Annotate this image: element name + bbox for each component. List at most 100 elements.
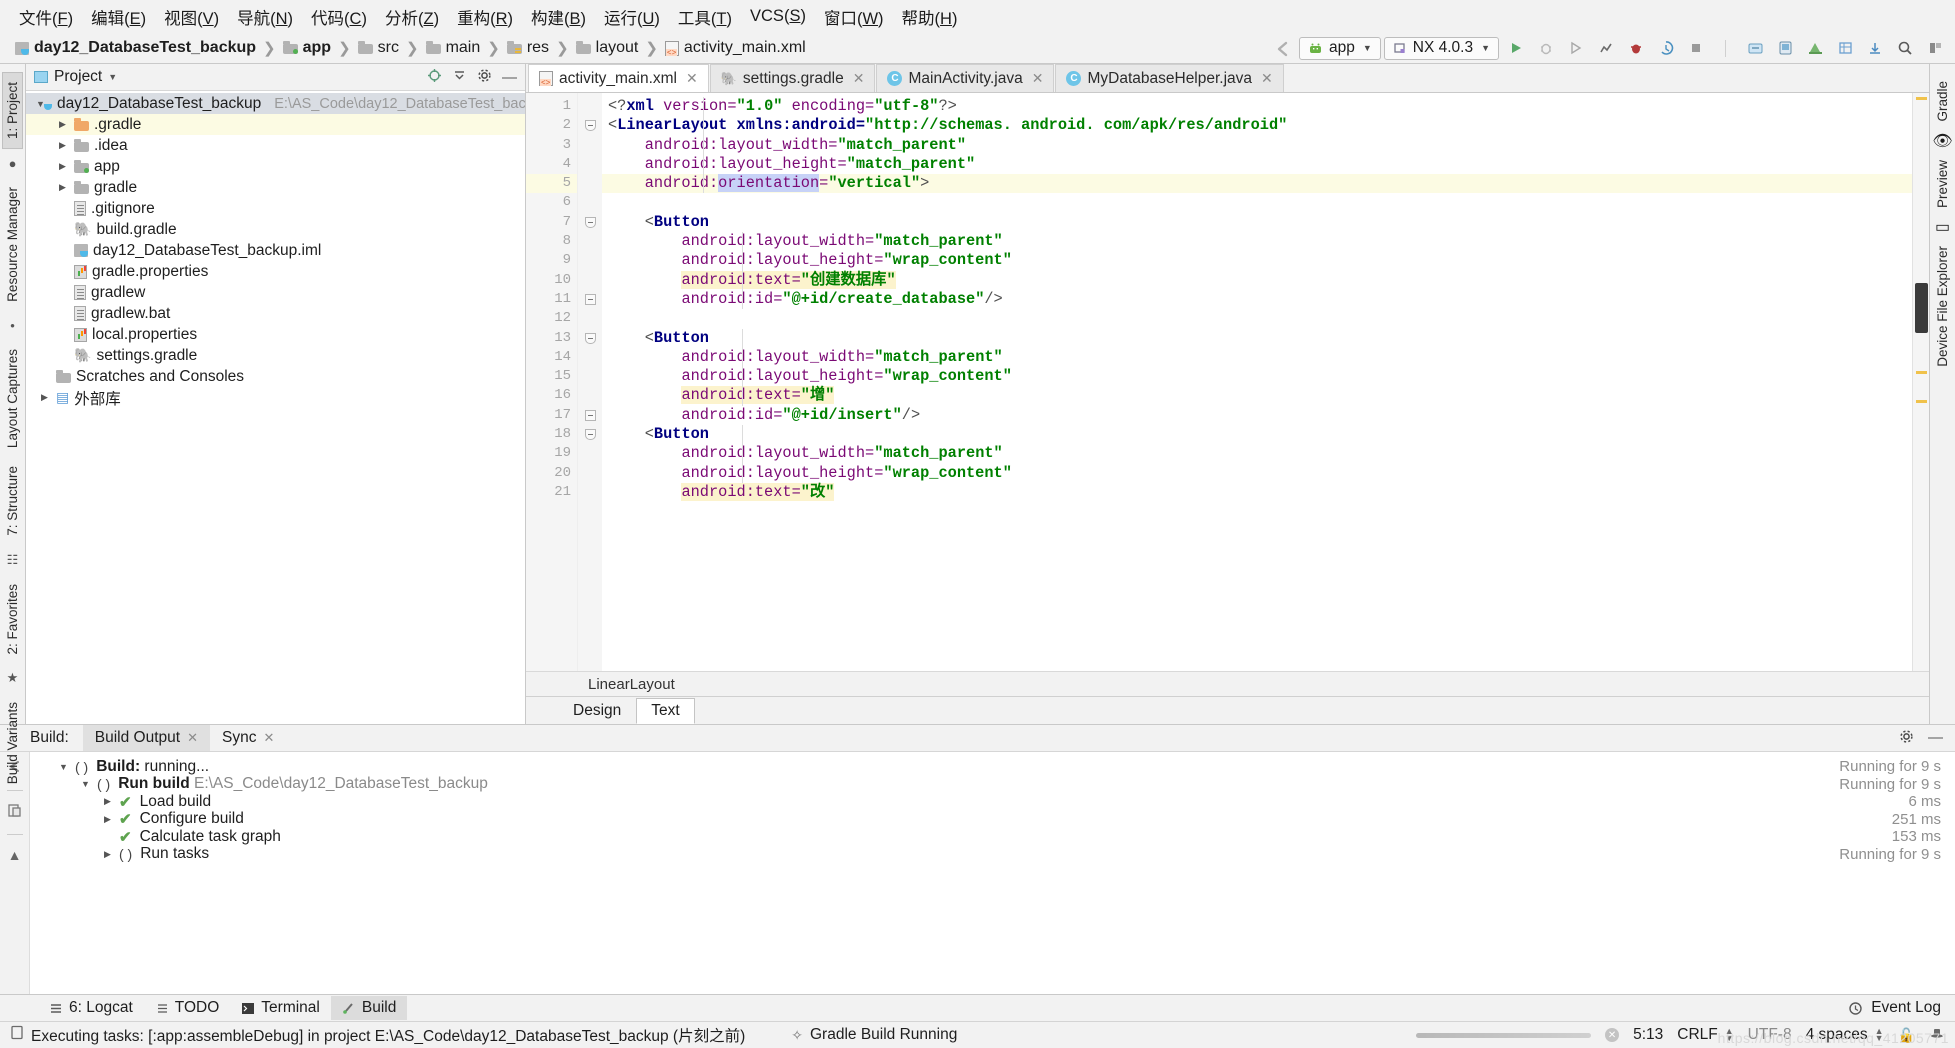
code-editor[interactable]: 1 2 3 4 5 6 7 8 9 10 11 12 13 14 15 16 17 18 19 20 21 <?xml … xyxy=(526,93,1929,671)
build-tab-0[interactable]: Build Output ✕ xyxy=(82,725,210,751)
tree-item-8[interactable]: gradlew xyxy=(26,282,525,303)
fold-marker-row[interactable] xyxy=(578,232,602,251)
build-output-tree[interactable]: ▼( ) Build: running... Running for 9 s ▼( )… xyxy=(30,752,1955,994)
build-row-2[interactable]: ▶ ✔ Load build 6 ms xyxy=(58,793,1955,811)
sidebar-tab-gradle[interactable]: Gradle xyxy=(1933,72,1952,131)
scroll-up-icon[interactable]: ▲ xyxy=(8,847,22,863)
bottom-tab-2[interactable]: Terminal xyxy=(230,996,331,1020)
code-content[interactable]: <?xml version="1.0" encoding="utf-8"?> <L… xyxy=(602,93,1912,671)
build-row-5[interactable]: ▶ ( ) Run tasks Running for 9 s xyxy=(58,845,1955,864)
editor-tab-3[interactable]: C MyDatabaseHelper.java ✕ xyxy=(1055,64,1284,92)
fold-marker-row[interactable] xyxy=(578,271,602,290)
fold-marker-row[interactable] xyxy=(578,406,602,425)
fold-marker-row[interactable] xyxy=(578,97,602,116)
menu-item-5[interactable]: 分析(Z) xyxy=(376,3,448,31)
star-icon[interactable]: ★ xyxy=(7,670,19,686)
breadcrumb-item-3[interactable]: main xyxy=(423,39,484,57)
sidebar-tab-build-variants[interactable]: Build Variants xyxy=(3,693,22,793)
breadcrumb-item-2[interactable]: src xyxy=(355,39,402,57)
fold-marker-row[interactable] xyxy=(578,464,602,483)
tree-item-11[interactable]: 🐘 settings.gradle xyxy=(26,345,525,366)
fold-collapse-icon[interactable] xyxy=(584,429,596,441)
sdk-manager-icon[interactable] xyxy=(1802,35,1829,61)
editor-status-breadcrumb[interactable]: LinearLayout xyxy=(526,671,1929,696)
layout-inspector-icon[interactable] xyxy=(1832,35,1859,61)
run-icon[interactable] xyxy=(1502,35,1529,61)
editor-tab-2[interactable]: C MainActivity.java ✕ xyxy=(876,64,1055,92)
run-with-coverage-icon[interactable] xyxy=(1562,35,1589,61)
build-row-1[interactable]: ▼ ( ) Run build E:\AS_Code\day12_DatabaseT… xyxy=(58,775,1955,794)
breadcrumb-item-1[interactable]: app xyxy=(280,39,334,57)
chevron-right-icon[interactable]: ▶ xyxy=(102,796,113,807)
collapse-all-icon[interactable] xyxy=(452,68,467,87)
fold-collapse-icon[interactable] xyxy=(584,332,596,344)
fold-marker-row[interactable] xyxy=(578,193,602,212)
sidebar-tab-project[interactable]: 1: Project xyxy=(2,72,23,150)
tree-item-5[interactable]: 🐘 build.gradle xyxy=(26,219,525,240)
editor-tab-1[interactable]: 🐘 settings.gradle ✕ xyxy=(709,64,876,92)
tree-item-10[interactable]: local.properties xyxy=(26,324,525,345)
close-icon[interactable]: ✕ xyxy=(853,70,865,87)
fold-marker-row[interactable] xyxy=(578,213,602,232)
tree-item-12[interactable]: Scratches and Consoles xyxy=(26,366,525,387)
build-row-0[interactable]: ▼ ( ) Build: running... Running for 9 s xyxy=(58,758,1955,776)
fold-collapse-icon[interactable] xyxy=(584,216,596,228)
back-arrow-icon[interactable] xyxy=(1269,35,1296,61)
fold-marker-row[interactable] xyxy=(578,483,602,502)
fold-marker-row[interactable] xyxy=(578,444,602,463)
menu-item-12[interactable]: 帮助(H) xyxy=(893,3,967,31)
chevron-right-icon[interactable] xyxy=(56,140,69,151)
chevron-right-icon[interactable]: ▶ xyxy=(102,849,113,860)
menu-item-11[interactable]: 窗口(W) xyxy=(815,3,893,31)
chevron-down-icon[interactable]: ▼ xyxy=(108,72,117,82)
close-icon[interactable]: ✕ xyxy=(686,70,698,87)
fold-marker-row[interactable] xyxy=(578,425,602,444)
menu-item-7[interactable]: 构建(B) xyxy=(522,3,595,31)
close-icon[interactable]: ✕ xyxy=(187,730,198,746)
bottom-tab-1[interactable]: TODO xyxy=(144,996,231,1020)
device-selector[interactable]: NX 4.0.3 ▼ xyxy=(1383,36,1499,60)
breadcrumb-item-4[interactable]: res xyxy=(504,39,552,57)
hide-panel-icon[interactable]: — xyxy=(502,69,517,86)
design-tab-text[interactable]: Text xyxy=(636,697,695,724)
profiler-icon[interactable] xyxy=(1592,35,1619,61)
attach-debugger-icon[interactable] xyxy=(1622,35,1649,61)
code-folding-column[interactable] xyxy=(578,93,602,671)
project-tree[interactable]: day12_DatabaseTest_backup E:\AS_Code\day1… xyxy=(26,91,525,724)
sync-project-icon[interactable] xyxy=(1742,35,1769,61)
tree-item-1[interactable]: .idea xyxy=(26,135,525,156)
tree-item-7[interactable]: gradle.properties xyxy=(26,261,525,282)
tree-item-0[interactable]: .gradle xyxy=(26,114,525,135)
breadcrumb-item-0[interactable]: day12_DatabaseTest_backup xyxy=(12,39,259,57)
menu-item-6[interactable]: 重构(R) xyxy=(448,3,522,31)
fold-marker-row[interactable] xyxy=(578,309,602,328)
settings-gear-icon[interactable] xyxy=(477,68,492,87)
chevron-right-icon[interactable] xyxy=(56,119,69,130)
fold-marker-row[interactable] xyxy=(578,329,602,348)
debug-icon[interactable] xyxy=(1532,35,1559,61)
tree-item-13[interactable]: ▤外部库 xyxy=(26,387,525,408)
close-icon[interactable]: ✕ xyxy=(1032,70,1044,87)
apply-changes-icon[interactable] xyxy=(1652,35,1679,61)
breadcrumb-item-6[interactable]: activity_main.xml xyxy=(662,39,809,57)
sidebar-tab-structure[interactable]: 7: Structure xyxy=(3,457,22,545)
stop-icon[interactable] xyxy=(1682,35,1709,61)
fold-marker-row[interactable] xyxy=(578,136,602,155)
fold-end-icon[interactable] xyxy=(584,294,596,306)
chevron-right-icon[interactable]: ▶ xyxy=(102,814,113,825)
menu-item-0[interactable]: 文件(F) xyxy=(10,3,82,31)
caret-position[interactable]: 5:13 xyxy=(1633,1026,1663,1044)
expand-console-icon[interactable] xyxy=(7,803,23,822)
editor-tab-0[interactable]: activity_main.xml ✕ xyxy=(528,64,709,92)
design-tab-design[interactable]: Design xyxy=(558,698,636,724)
editor-marker-bar[interactable] xyxy=(1912,93,1929,671)
event-log-button[interactable]: Event Log xyxy=(1848,999,1955,1017)
menu-item-3[interactable]: 导航(N) xyxy=(228,3,302,31)
tree-item-4[interactable]: .gitignore xyxy=(26,198,525,219)
avd-manager-icon[interactable] xyxy=(1772,35,1799,61)
fold-marker-row[interactable] xyxy=(578,386,602,405)
build-row-4[interactable]: ✔ Calculate task graph 153 ms xyxy=(58,828,1955,846)
search-icon[interactable] xyxy=(1892,35,1919,61)
fold-marker-row[interactable] xyxy=(578,116,602,135)
menu-item-9[interactable]: 工具(T) xyxy=(669,3,741,31)
